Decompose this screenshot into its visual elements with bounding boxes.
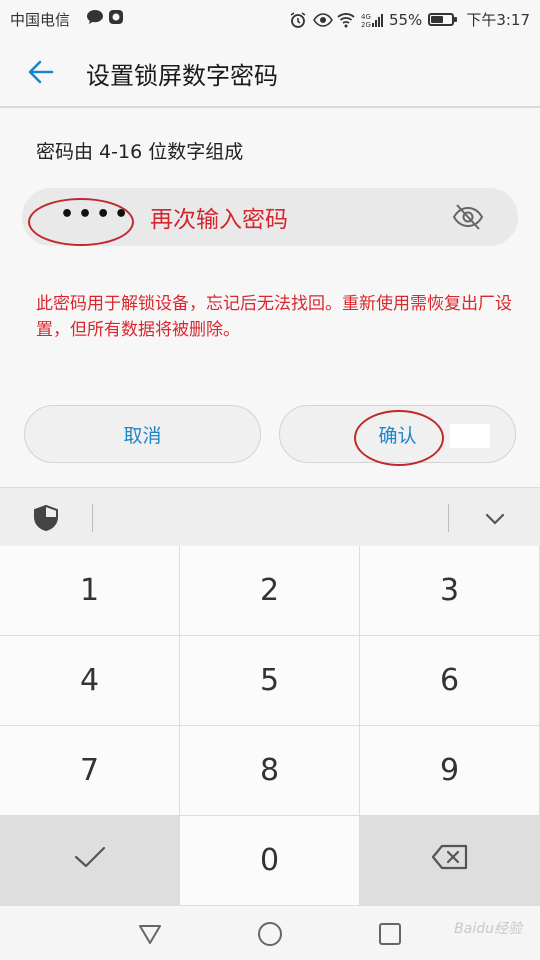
- svg-text:4G: 4G: [361, 13, 371, 21]
- key-0[interactable]: 0: [180, 816, 360, 906]
- key-2[interactable]: 2: [180, 546, 360, 636]
- chevron-down-icon[interactable]: [480, 506, 510, 532]
- recents-square-icon[interactable]: [376, 920, 404, 948]
- eye-comfort-icon: [313, 12, 333, 28]
- header: 设置锁屏数字密码: [0, 36, 540, 108]
- key-3[interactable]: 3: [360, 546, 540, 636]
- wifi-icon: [337, 12, 355, 28]
- divider: [448, 504, 449, 532]
- white-patch: [450, 424, 490, 448]
- message-icon: [86, 9, 104, 29]
- home-circle-icon[interactable]: [256, 920, 284, 948]
- shield-icon: [32, 504, 60, 532]
- password-hint: 密码由 4-16 位数字组成: [36, 141, 244, 163]
- battery-percent: 55%: [388, 10, 423, 29]
- status-icons: 4G 2G 55% 下午3:17: [289, 9, 530, 30]
- status-bar: 中国电信 4G 2G 55% 下午3:17: [0, 0, 540, 36]
- clock: 下午3:17: [466, 11, 530, 29]
- page-title: 设置锁屏数字密码: [86, 62, 278, 90]
- eye-off-icon[interactable]: [450, 200, 486, 234]
- annotation-text: 再次输入密码: [150, 207, 288, 233]
- key-9[interactable]: 9: [360, 726, 540, 816]
- navigation-bar: Baidu经验: [0, 908, 540, 960]
- done-key[interactable]: [0, 816, 180, 906]
- key-1[interactable]: 1: [0, 546, 180, 636]
- arrow-left-icon[interactable]: [22, 54, 58, 90]
- backspace-icon: [431, 843, 469, 878]
- warning-text: 此密码用于解锁设备，忘记后无法找回。重新使用需恢复出厂设置，但所有数据将被删除。: [36, 294, 512, 340]
- signal-icon: 4G 2G: [361, 12, 383, 29]
- app-notification-icon: [108, 9, 124, 29]
- key-7[interactable]: 7: [0, 726, 180, 816]
- battery-icon: [428, 13, 458, 26]
- backspace-key[interactable]: [360, 816, 540, 906]
- numeric-keyboard: 1 2 3 4 5 6 7 8 9 0: [0, 546, 540, 908]
- keyboard-toolbar: [0, 487, 540, 547]
- key-6[interactable]: 6: [360, 636, 540, 726]
- cancel-button[interactable]: 取消: [24, 405, 261, 463]
- divider: [92, 504, 93, 532]
- svg-text:2G: 2G: [361, 21, 371, 28]
- back-triangle-icon[interactable]: [136, 920, 164, 948]
- battery-fill: [431, 16, 444, 23]
- key-4[interactable]: 4: [0, 636, 180, 726]
- key-8[interactable]: 8: [180, 726, 360, 816]
- carrier-name: 中国电信: [10, 11, 71, 29]
- watermark: Baidu经验: [454, 921, 522, 937]
- checkmark-icon: [73, 843, 107, 878]
- alarm-icon: [289, 11, 307, 28]
- annotation-circle: [28, 198, 134, 246]
- key-5[interactable]: 5: [180, 636, 360, 726]
